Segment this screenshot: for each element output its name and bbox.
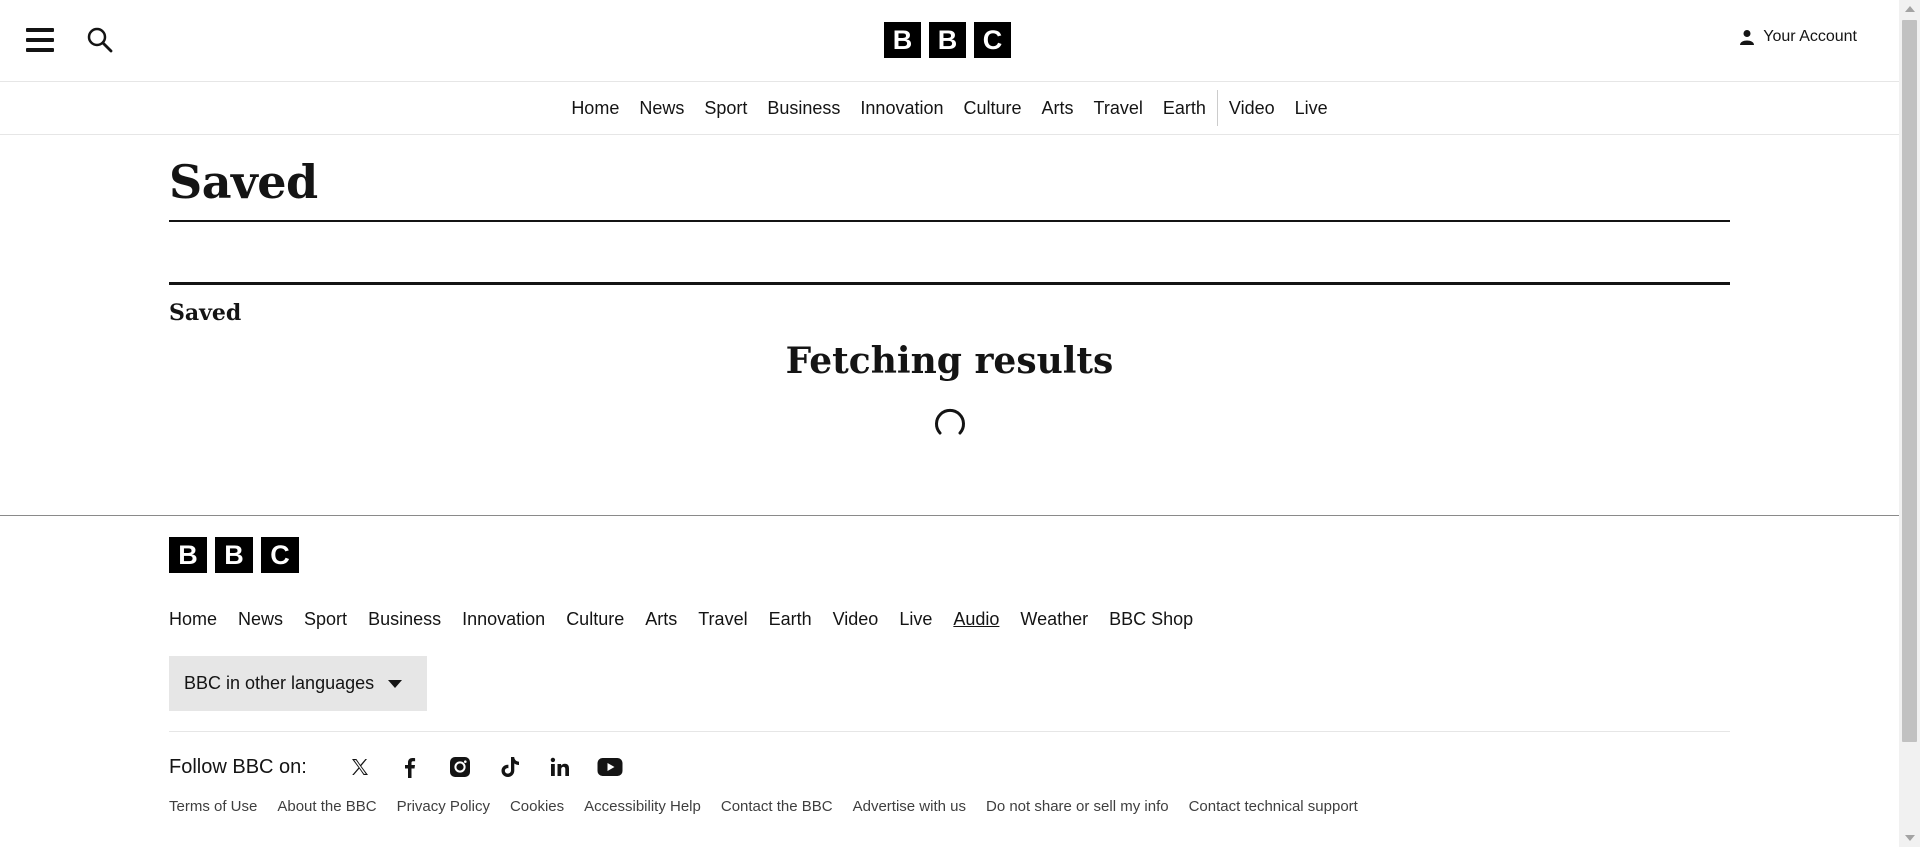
youtube-icon[interactable]	[597, 754, 623, 780]
bbc-logo[interactable]: B B C	[884, 22, 1011, 58]
nav-item-travel[interactable]: Travel	[1084, 90, 1153, 126]
nav-item-culture[interactable]: Culture	[954, 90, 1032, 126]
x-icon[interactable]	[347, 754, 373, 780]
nav-divider	[1216, 90, 1218, 126]
search-icon[interactable]	[86, 26, 114, 54]
logo-letter: B	[929, 22, 966, 58]
footer-nav-audio[interactable]: Audio	[953, 609, 999, 630]
legal-link-privacy[interactable]: Privacy Policy	[397, 798, 490, 815]
logo-letter: B	[169, 537, 207, 573]
nav-item-live[interactable]: Live	[1285, 90, 1338, 126]
footer-nav-live[interactable]: Live	[899, 609, 932, 630]
loading-spinner-icon	[934, 409, 965, 435]
nav-item-video[interactable]: Video	[1219, 90, 1285, 126]
footer-nav-culture[interactable]: Culture	[566, 609, 624, 630]
footer-nav-home[interactable]: Home	[169, 609, 217, 630]
legal-links: Terms of Use About the BBC Privacy Polic…	[169, 798, 1730, 815]
top-header: B B C Your Account	[0, 0, 1899, 82]
account-label: Your Account	[1763, 28, 1857, 45]
menu-icon[interactable]	[24, 24, 56, 56]
caret-down-icon	[388, 679, 403, 688]
legal-link-tech-support[interactable]: Contact technical support	[1189, 798, 1358, 815]
follow-label: Follow BBC on:	[169, 755, 307, 778]
legal-link-terms[interactable]: Terms of Use	[169, 798, 257, 815]
loading-text: Fetching results	[785, 340, 1114, 382]
account-button[interactable]: Your Account	[1739, 28, 1857, 46]
section-heading: Saved	[169, 300, 242, 326]
footer-nav-news[interactable]: News	[238, 609, 283, 630]
footer-divider	[169, 731, 1730, 732]
logo-letter: B	[884, 22, 921, 58]
footer-nav-bbc-shop[interactable]: BBC Shop	[1109, 609, 1193, 630]
instagram-icon[interactable]	[447, 754, 473, 780]
logo-letter: C	[974, 22, 1011, 58]
legal-link-contact[interactable]: Contact the BBC	[721, 798, 833, 815]
nav-item-business[interactable]: Business	[757, 90, 850, 126]
facebook-icon[interactable]	[397, 754, 423, 780]
section-divider	[169, 282, 1730, 285]
nav-item-arts[interactable]: Arts	[1032, 90, 1084, 126]
languages-label: BBC in other languages	[184, 673, 375, 693]
page-title: Saved	[169, 159, 1730, 222]
main-nav: Home News Sport Business Innovation Cult…	[0, 82, 1899, 135]
legal-link-cookies[interactable]: Cookies	[510, 798, 564, 815]
footer-bbc-logo[interactable]: B B C	[169, 537, 1730, 573]
footer-nav-business[interactable]: Business	[368, 609, 441, 630]
vertical-scrollbar[interactable]	[1899, 0, 1920, 847]
legal-link-advertise[interactable]: Advertise with us	[853, 798, 966, 815]
scroll-up-arrow-icon[interactable]	[1905, 6, 1915, 12]
page: B B C Your Account Home News Sport Busin…	[0, 0, 1899, 847]
logo-letter: C	[261, 537, 299, 573]
footer-nav-video[interactable]: Video	[833, 609, 879, 630]
logo-letter: B	[215, 537, 253, 573]
scroll-down-arrow-icon[interactable]	[1905, 835, 1915, 841]
nav-item-home[interactable]: Home	[561, 90, 629, 126]
footer-nav-innovation[interactable]: Innovation	[462, 609, 545, 630]
nav-item-innovation[interactable]: Innovation	[850, 90, 953, 126]
footer-nav-arts[interactable]: Arts	[645, 609, 677, 630]
footer-nav: Home News Sport Business Innovation Cult…	[169, 609, 1730, 630]
tiktok-icon[interactable]	[497, 754, 523, 780]
legal-link-accessibility[interactable]: Accessibility Help	[584, 798, 701, 815]
user-icon	[1740, 30, 1755, 45]
footer-nav-sport[interactable]: Sport	[304, 609, 347, 630]
social-row: Follow BBC on:	[169, 754, 1730, 780]
legal-link-do-not-share[interactable]: Do not share or sell my info	[986, 798, 1169, 815]
nav-item-news[interactable]: News	[629, 90, 694, 126]
scrollbar-thumb[interactable]	[1902, 20, 1917, 742]
footer-nav-travel[interactable]: Travel	[698, 609, 747, 630]
legal-link-about[interactable]: About the BBC	[277, 798, 376, 815]
footer-nav-weather[interactable]: Weather	[1020, 609, 1088, 630]
nav-item-sport[interactable]: Sport	[694, 90, 757, 126]
languages-dropdown[interactable]: BBC in other languages	[169, 656, 427, 711]
footer: B B C Home News Sport Business Innovatio…	[0, 515, 1899, 847]
main-content: Saved Saved Fetching results	[169, 135, 1730, 442]
linkedin-icon[interactable]	[547, 754, 573, 780]
nav-item-earth[interactable]: Earth	[1153, 90, 1216, 126]
footer-nav-earth[interactable]: Earth	[769, 609, 812, 630]
